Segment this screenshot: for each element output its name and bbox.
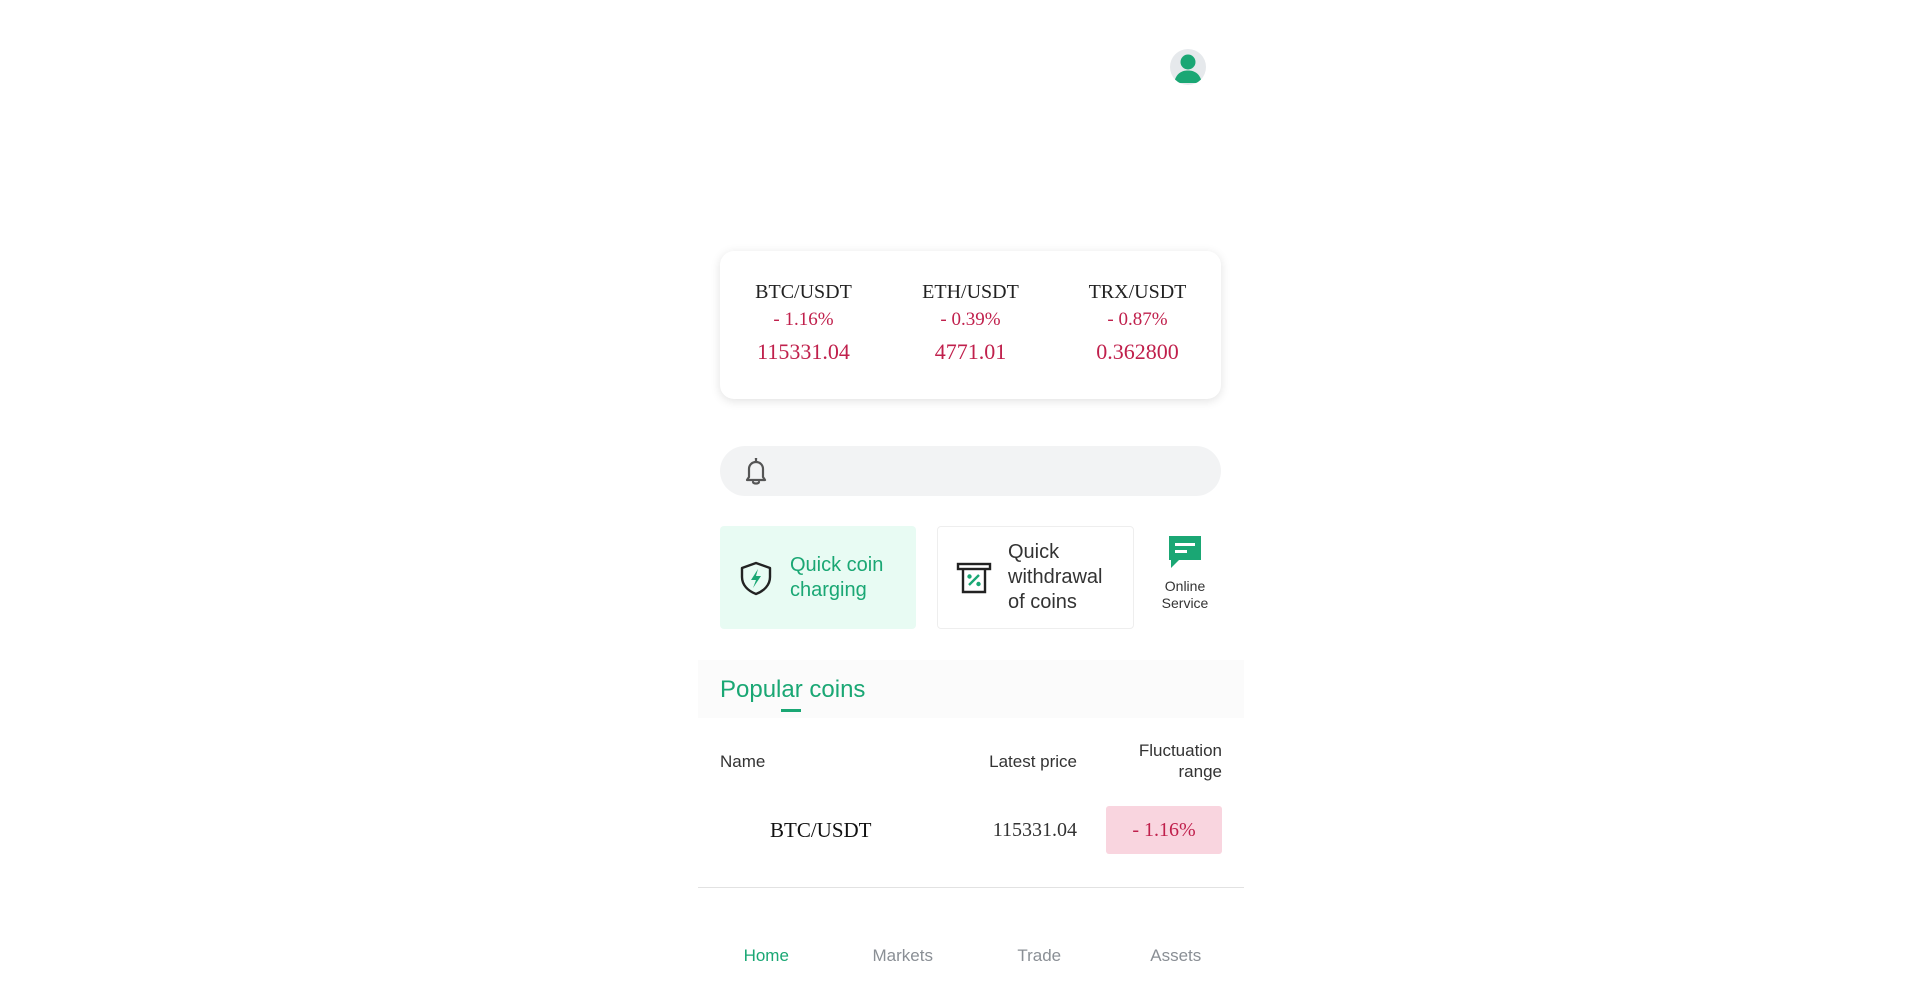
bottom-nav: Home Markets Trade Assets xyxy=(698,942,1244,972)
user-avatar-icon[interactable] xyxy=(1170,49,1206,85)
table-row[interactable]: BTC/USDT 115331.04 - 1.16% xyxy=(720,806,1222,856)
quick-withdraw-label: Quick withdrawal of coins xyxy=(1008,541,1103,613)
ticker-change: - 0.39% xyxy=(940,309,1001,330)
coin-change-badge: - 1.16% xyxy=(1106,806,1222,854)
ticker-eth[interactable]: ETH/USDT - 0.39% 4771.01 xyxy=(901,279,1041,369)
online-service-button[interactable]: Online Service xyxy=(1150,534,1220,612)
divider xyxy=(698,887,1244,888)
nav-markets[interactable]: Markets xyxy=(835,942,972,972)
quick-charge-label: Quick coin charging xyxy=(790,553,884,601)
shield-bolt-icon xyxy=(740,561,772,595)
column-header-price: Latest price xyxy=(989,752,1077,771)
chat-icon xyxy=(1169,536,1201,568)
ticker-pair: TRX/USDT xyxy=(1088,281,1187,303)
column-header-range: Fluctuation range xyxy=(1138,741,1222,781)
ticker-btc[interactable]: BTC/USDT - 1.16% 115331.04 xyxy=(734,279,874,369)
ticker-pair: ETH/USDT xyxy=(922,281,1019,303)
ticker-price: 4771.01 xyxy=(934,339,1007,364)
ticker-change: - 0.87% xyxy=(1107,309,1168,330)
app-root: BTC/USDT - 1.16% 115331.04 ETH/USDT - 0.… xyxy=(0,0,1920,993)
ticker-price: 115331.04 xyxy=(757,339,850,364)
notice-bar[interactable] xyxy=(720,446,1221,496)
ticker-trx[interactable]: TRX/USDT - 0.87% 0.362800 xyxy=(1068,279,1208,369)
ticker-change: - 1.16% xyxy=(773,309,834,330)
coin-price: 115331.04 xyxy=(992,819,1077,841)
ticker-pair: BTC/USDT xyxy=(755,281,852,303)
quick-withdraw-button[interactable]: Quick withdrawal of coins xyxy=(937,526,1134,629)
bell-icon xyxy=(745,458,767,485)
nav-trade[interactable]: Trade xyxy=(971,942,1108,972)
tab-active-indicator xyxy=(781,709,801,712)
online-service-label: Online Service xyxy=(1161,578,1209,611)
ticker-price: 0.362800 xyxy=(1096,339,1179,364)
tab-popular-coins[interactable]: Popular coins xyxy=(720,676,865,704)
nav-assets[interactable]: Assets xyxy=(1108,942,1245,972)
market-ticker-card: BTC/USDT - 1.16% 115331.04 ETH/USDT - 0.… xyxy=(720,251,1221,399)
coin-name: BTC/USDT xyxy=(770,818,872,842)
nav-home[interactable]: Home xyxy=(698,942,835,972)
withdraw-receipt-icon xyxy=(956,562,992,593)
quick-charge-button[interactable]: Quick coin charging xyxy=(720,526,916,629)
popular-coins-header: Popular coins xyxy=(698,660,1244,718)
column-header-name: Name xyxy=(720,752,766,771)
